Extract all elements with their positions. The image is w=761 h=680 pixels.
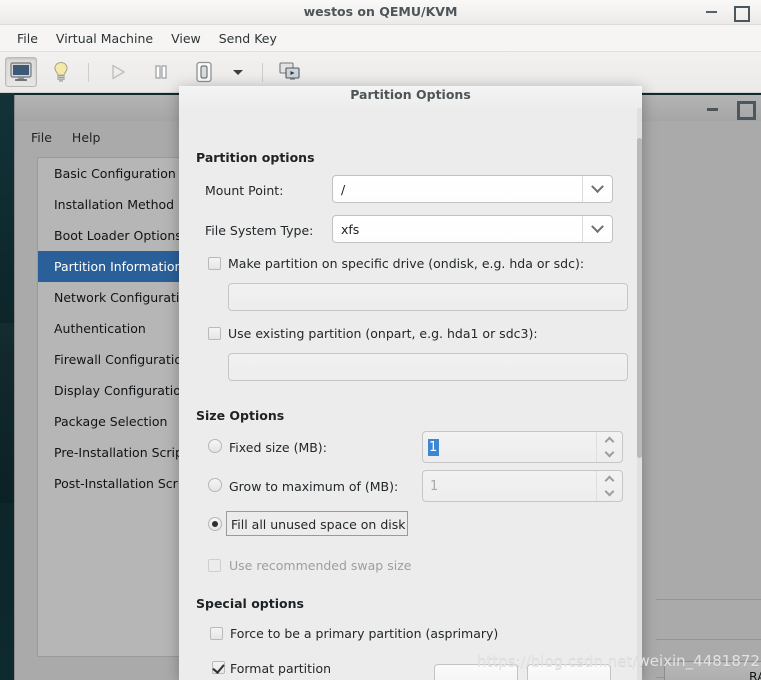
grow-max-stepper[interactable] [596,471,622,501]
ks-right-panel: RAID [656,121,761,680]
dialog-scrollbar[interactable] [637,108,642,680]
fixed-size-stepper[interactable] [596,432,622,462]
sidebar-item-post-installation-script[interactable]: Post-Installation Script [38,468,202,499]
ks-maximize-button[interactable] [730,95,756,121]
dialog-cancel-button[interactable] [434,664,518,680]
partition-options-heading: Partition options [196,150,315,165]
fill-all-radio[interactable] [208,517,222,531]
dialog-ok-button[interactable] [527,664,611,680]
chevron-down-icon [591,179,604,193]
run-button[interactable] [102,57,134,87]
screen-root: westos on QEMU/KVM File Virtual Machine … [0,0,761,680]
console-view-button[interactable] [5,57,37,87]
swap-size-checkbox[interactable] [208,559,221,572]
onpart-label: Use existing partition (onpart, e.g. hda… [228,326,538,341]
dialog-title: Partition Options [350,87,471,102]
vm-menubar: File Virtual Machine View Send Key [0,25,761,52]
virt-manager-window: westos on QEMU/KVM File Virtual Machine … [0,0,761,680]
fixed-size-radio[interactable] [208,439,222,453]
fill-all-label: Fill all unused space on disk [231,517,406,532]
menu-virtual-machine[interactable]: Virtual Machine [47,25,162,52]
details-view-button[interactable] [45,57,77,87]
ondisk-label: Make partition on specific drive (ondisk… [228,256,585,271]
dialog-body: Partition options Mount Point: / File Sy… [179,108,642,680]
ks-menu-help[interactable]: Help [62,126,111,150]
onpart-checkbox[interactable] [208,327,221,340]
fs-type-label: File System Type: [205,223,314,238]
ks-minimize-button[interactable] [700,95,726,121]
grow-max-radio[interactable] [208,478,222,492]
vm-titlebar: westos on QEMU/KVM [0,0,761,25]
fixed-size-spinner[interactable]: 1 [422,431,623,463]
sidebar-item-authentication[interactable]: Authentication [38,313,202,344]
sidebar-item-installation-method[interactable]: Installation Method [38,189,202,220]
raid-button[interactable]: RAID [664,661,761,680]
mount-point-value: / [341,181,346,197]
grow-max-spinner[interactable]: 1 [422,470,623,502]
grow-max-value: 1 [430,478,439,494]
pause-button[interactable] [145,57,177,87]
sidebar-item-partition-information[interactable]: Partition Information [38,251,202,282]
chevron-up-icon[interactable] [604,436,615,447]
ondisk-input[interactable] [228,283,628,311]
shutdown-menu-button[interactable] [225,57,251,87]
sidebar-item-boot-loader-options[interactable]: Boot Loader Options [38,220,202,251]
swap-size-label: Use recommended swap size [229,558,412,573]
mount-point-label: Mount Point: [205,183,284,198]
fs-type-combobox[interactable]: xfs [332,215,613,243]
asprimary-checkbox[interactable] [210,627,223,640]
ondisk-checkbox[interactable] [208,257,221,270]
dialog-scrollbar-thumb[interactable] [637,138,642,458]
grow-max-label: Grow to maximum of (MB): [229,479,399,494]
sidebar-item-package-selection[interactable]: Package Selection [38,406,202,437]
asprimary-label: Force to be a primary partition (asprima… [230,626,499,641]
toolbar-separator-1 [88,63,89,82]
mount-point-dropdown-arrow[interactable] [582,176,612,202]
ks-partition-row-1 [656,600,761,640]
ks-partition-list-area [656,121,761,600]
fullscreen-button[interactable] [274,57,306,87]
vm-window-title: westos on QEMU/KVM [303,4,458,19]
sidebar-item-display-configuration[interactable]: Display Configuration [38,375,202,406]
chevron-down-icon [591,219,604,233]
onpart-input[interactable] [228,353,628,381]
ks-menubar: File Help [21,126,110,150]
menu-file[interactable]: File [8,25,47,52]
minimize-button[interactable] [699,0,725,25]
size-options-heading: Size Options [196,408,285,423]
chevron-up-icon[interactable] [604,475,615,486]
menu-view[interactable]: View [162,25,210,52]
menu-send-key[interactable]: Send Key [210,25,286,52]
format-partition-label: Format partition [230,661,332,676]
ks-menu-file[interactable]: File [21,126,62,150]
format-partition-checkbox[interactable] [212,661,225,674]
sidebar-item-firewall-configuration[interactable]: Firewall Configuration [38,344,202,375]
fixed-size-value: 1 [428,438,440,456]
shutdown-button[interactable] [188,57,220,87]
sidebar-item-network-configuration[interactable]: Network Configuration [38,282,202,313]
partition-options-dialog: Partition Options Partition options Moun… [179,86,642,680]
maximize-button[interactable] [727,0,753,25]
special-options-heading: Special options [196,596,304,611]
dialog-titlebar: Partition Options [179,86,642,108]
mount-point-combobox[interactable]: / [332,175,613,203]
fs-type-dropdown-arrow[interactable] [582,216,612,242]
chevron-down-icon[interactable] [604,486,615,497]
fixed-size-label: Fixed size (MB): [229,440,327,455]
sidebar-item-basic-configuration[interactable]: Basic Configuration [38,158,202,189]
toolbar-separator-2 [262,63,263,82]
chevron-down-icon[interactable] [604,447,615,458]
fs-type-value: xfs [341,221,360,237]
sidebar-item-pre-installation-script[interactable]: Pre-Installation Script [38,437,202,468]
